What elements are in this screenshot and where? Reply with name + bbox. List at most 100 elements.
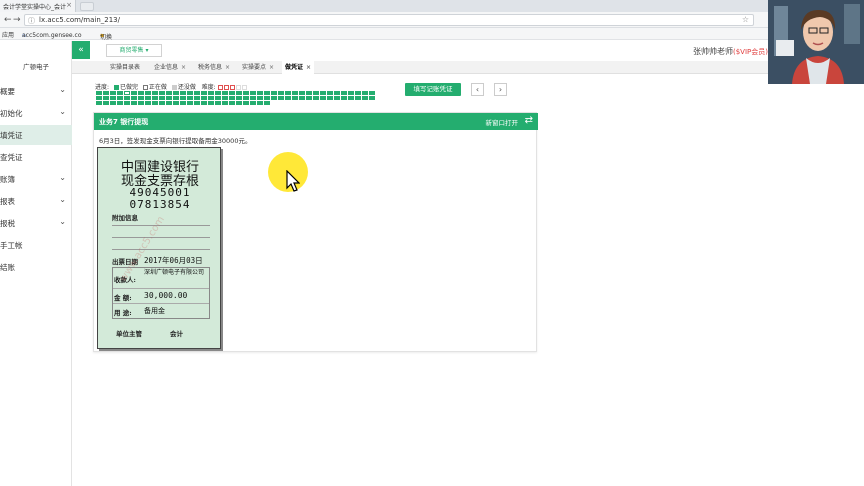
task-block[interactable] bbox=[145, 96, 151, 100]
task-block[interactable] bbox=[117, 101, 123, 105]
sidebar-item-ledger[interactable]: 账簿 ⌄ bbox=[0, 169, 72, 189]
user-info[interactable]: 张帅帅老师($VIP会员) bbox=[693, 46, 768, 57]
task-block[interactable] bbox=[355, 91, 361, 95]
task-block[interactable] bbox=[250, 91, 256, 95]
task-block[interactable] bbox=[166, 91, 172, 95]
sidebar-item-manual-books[interactable]: 手工帐 bbox=[0, 235, 72, 255]
browser-tab[interactable]: 会计学堂实操中心_会计 × bbox=[0, 0, 76, 12]
task-block[interactable] bbox=[320, 96, 326, 100]
task-block[interactable] bbox=[320, 91, 326, 95]
tab-tax-info[interactable]: 税务信息 × bbox=[198, 61, 230, 74]
close-icon[interactable]: × bbox=[225, 64, 230, 71]
task-block[interactable] bbox=[194, 96, 200, 100]
task-block[interactable] bbox=[187, 91, 193, 95]
sidebar-item-reports[interactable]: 报表 ⌄ bbox=[0, 191, 72, 211]
sidebar-item-init[interactable]: 初始化 ⌄ bbox=[0, 103, 72, 123]
close-tab-icon[interactable]: × bbox=[66, 1, 72, 9]
task-block[interactable] bbox=[327, 91, 333, 95]
task-block[interactable] bbox=[278, 96, 284, 100]
back-icon[interactable]: ← bbox=[4, 15, 12, 25]
task-block[interactable] bbox=[103, 101, 109, 105]
task-block[interactable] bbox=[152, 91, 158, 95]
collapse-sidebar-button[interactable]: « bbox=[72, 41, 90, 59]
task-block[interactable] bbox=[327, 96, 333, 100]
task-block[interactable] bbox=[236, 91, 242, 95]
task-block[interactable] bbox=[341, 91, 347, 95]
task-block[interactable] bbox=[166, 96, 172, 100]
task-block[interactable] bbox=[313, 91, 319, 95]
task-block[interactable] bbox=[201, 96, 207, 100]
task-block[interactable] bbox=[103, 91, 109, 95]
open-new-window-link[interactable]: 新窗口打开 bbox=[486, 117, 519, 127]
task-block[interactable] bbox=[341, 96, 347, 100]
task-block[interactable] bbox=[306, 96, 312, 100]
task-block[interactable] bbox=[145, 101, 151, 105]
task-block[interactable] bbox=[215, 91, 221, 95]
task-block[interactable] bbox=[152, 101, 158, 105]
sidebar-item-close-books[interactable]: 结账 bbox=[0, 257, 72, 277]
task-block[interactable] bbox=[236, 101, 242, 105]
cheque-stub-image[interactable]: 中国建设银行 现金支票存根 49045001 07813854 附加信息 出票日… bbox=[97, 147, 221, 349]
task-block[interactable] bbox=[152, 96, 158, 100]
task-block[interactable] bbox=[110, 91, 116, 95]
fill-voucher-button[interactable]: 填写记账凭证 bbox=[405, 83, 461, 96]
task-block[interactable] bbox=[292, 96, 298, 100]
task-block[interactable] bbox=[369, 91, 375, 95]
task-block[interactable] bbox=[131, 101, 137, 105]
task-block[interactable] bbox=[229, 91, 235, 95]
task-block[interactable] bbox=[131, 91, 137, 95]
task-block[interactable] bbox=[222, 91, 228, 95]
task-block[interactable] bbox=[285, 96, 291, 100]
task-block[interactable] bbox=[117, 96, 123, 100]
task-block[interactable] bbox=[271, 96, 277, 100]
task-block[interactable] bbox=[180, 101, 186, 105]
task-block[interactable] bbox=[173, 96, 179, 100]
task-block[interactable] bbox=[159, 91, 165, 95]
task-block[interactable] bbox=[201, 101, 207, 105]
sidebar-item-check-voucher[interactable]: 查凭证 bbox=[0, 147, 72, 167]
task-block[interactable] bbox=[110, 96, 116, 100]
task-block[interactable] bbox=[257, 91, 263, 95]
close-icon[interactable]: × bbox=[306, 64, 311, 71]
close-icon[interactable]: × bbox=[181, 64, 186, 71]
prev-task-button[interactable]: ‹ bbox=[471, 83, 484, 96]
product-type-dropdown[interactable]: 商贸零售 ▾ bbox=[106, 44, 162, 57]
task-block[interactable] bbox=[124, 101, 130, 105]
task-block[interactable] bbox=[313, 96, 319, 100]
close-icon[interactable]: × bbox=[269, 64, 274, 71]
task-block[interactable] bbox=[117, 91, 123, 95]
task-block[interactable] bbox=[264, 101, 270, 105]
task-block[interactable] bbox=[362, 96, 368, 100]
task-block[interactable] bbox=[138, 101, 144, 105]
task-block[interactable] bbox=[138, 91, 144, 95]
task-block[interactable] bbox=[187, 101, 193, 105]
task-block[interactable] bbox=[243, 91, 249, 95]
task-block[interactable] bbox=[229, 96, 235, 100]
task-block[interactable] bbox=[166, 101, 172, 105]
task-block[interactable] bbox=[110, 101, 116, 105]
task-block[interactable] bbox=[103, 96, 109, 100]
task-block[interactable] bbox=[250, 101, 256, 105]
task-block[interactable] bbox=[362, 91, 368, 95]
task-block[interactable] bbox=[236, 96, 242, 100]
task-block[interactable] bbox=[264, 91, 270, 95]
task-block[interactable] bbox=[96, 91, 102, 95]
sidebar-item-tax[interactable]: 报税 ⌄ bbox=[0, 213, 72, 233]
task-block[interactable] bbox=[257, 96, 263, 100]
task-block[interactable] bbox=[180, 91, 186, 95]
task-block[interactable] bbox=[292, 91, 298, 95]
task-block[interactable] bbox=[194, 91, 200, 95]
url-input[interactable]: ⓘ lx.acc5.com/main_213/ ☆ bbox=[24, 14, 754, 26]
task-block[interactable] bbox=[208, 96, 214, 100]
task-block[interactable] bbox=[159, 96, 165, 100]
task-block[interactable] bbox=[215, 96, 221, 100]
task-block[interactable] bbox=[229, 101, 235, 105]
forward-icon[interactable]: → bbox=[13, 15, 21, 25]
task-block[interactable] bbox=[306, 91, 312, 95]
task-block[interactable] bbox=[264, 96, 270, 100]
task-block[interactable] bbox=[243, 101, 249, 105]
next-task-button[interactable]: › bbox=[494, 83, 507, 96]
task-block[interactable] bbox=[271, 91, 277, 95]
task-block-current[interactable] bbox=[124, 91, 130, 95]
task-block[interactable] bbox=[173, 101, 179, 105]
